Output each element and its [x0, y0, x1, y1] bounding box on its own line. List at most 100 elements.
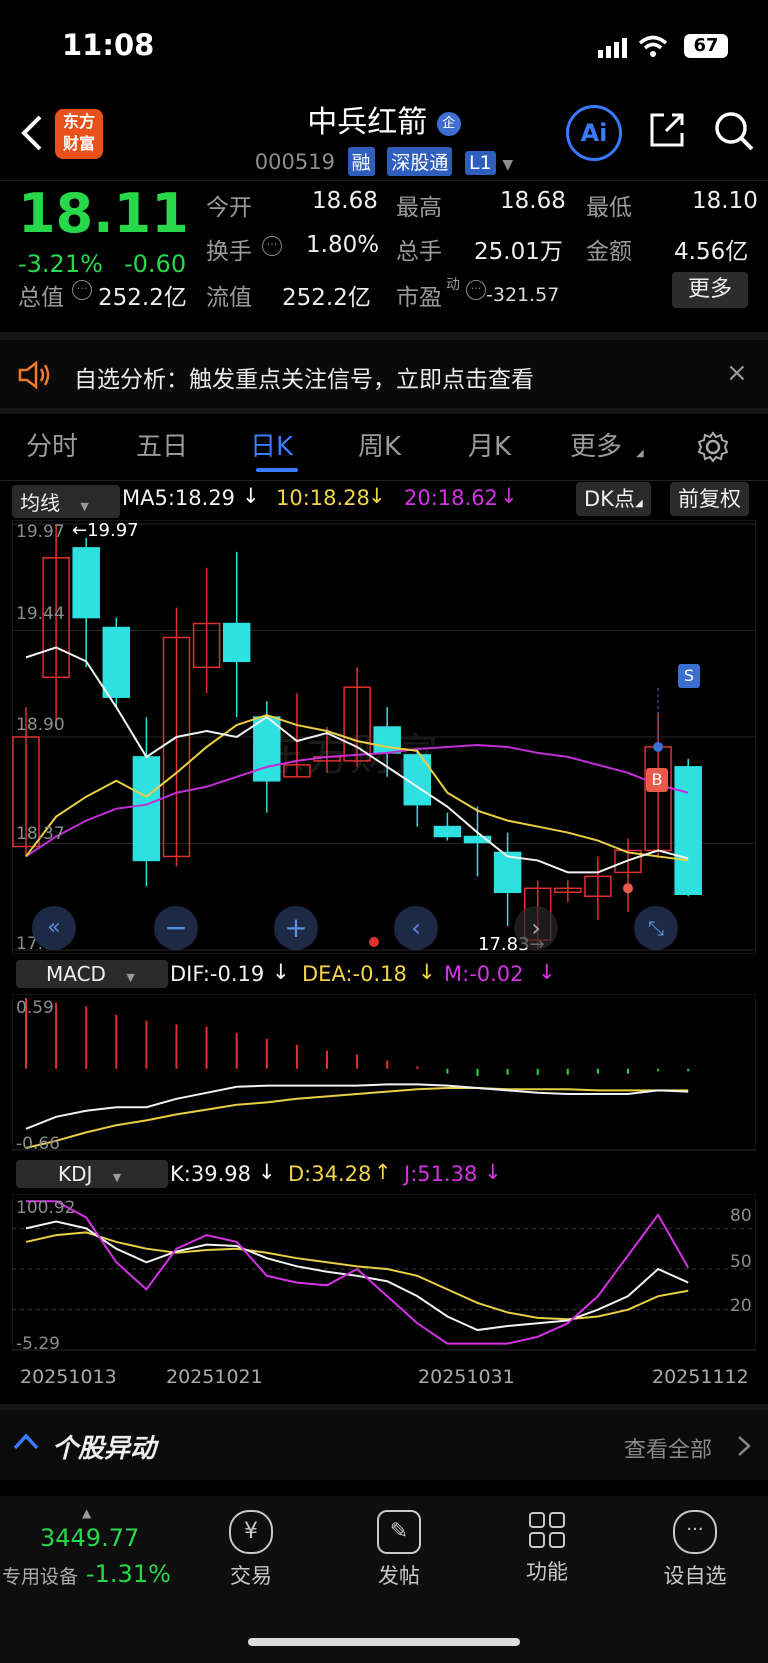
edit-icon: ✎: [377, 1510, 421, 1554]
ma-select-label: 均线: [20, 491, 60, 515]
buy-signal[interactable]: B: [646, 768, 668, 792]
ma5-arrow: ↓: [242, 484, 260, 508]
macd-chart[interactable]: [12, 994, 756, 1154]
gear-icon[interactable]: [696, 430, 730, 468]
last-price: 18.11: [18, 182, 189, 245]
nav-trade-label: 交易: [230, 1564, 272, 1588]
j-value: J:51.38: [404, 1162, 478, 1186]
ma-header: 均线 ▼ MA5:18.29 ↓ 10:18.28 ↓ 20:18.62 ↓ D…: [0, 482, 768, 522]
tab-five-day[interactable]: 五日: [136, 426, 188, 463]
low-label: 最低: [586, 195, 632, 221]
turnover-value: 1.80%: [306, 232, 380, 258]
caret-down-icon: ▼: [502, 157, 514, 173]
candle-body: [102, 626, 131, 698]
kdj-select[interactable]: KDJ ▼: [16, 1160, 168, 1188]
candle-body: [674, 766, 702, 896]
ma20-arrow: ↓: [500, 484, 518, 508]
chevron-right-icon: [736, 1434, 752, 1462]
tab-monthly-k[interactable]: 月K: [468, 426, 511, 463]
movers-section[interactable]: 个股异动 查看全部: [0, 1410, 768, 1480]
info-icon[interactable]: ···: [466, 280, 486, 300]
active-tab-indicator: [256, 468, 298, 472]
tab-daily-k[interactable]: 日K: [250, 426, 293, 463]
ma10-arrow: ↓: [368, 484, 386, 508]
amount-value: 4.56亿: [674, 239, 749, 265]
expand-button[interactable]: ⤡: [634, 906, 678, 950]
close-icon[interactable]: ×: [726, 358, 748, 388]
index-label: 专用设备: [2, 1566, 79, 1588]
adjust-button[interactable]: 前复权: [670, 482, 749, 516]
float-cap-label: 流值: [206, 285, 252, 311]
tab-weekly-k[interactable]: 周K: [358, 426, 401, 463]
candle: [463, 806, 492, 877]
more-dots-icon: ···: [673, 1510, 717, 1554]
nav-functions-label: 功能: [526, 1560, 568, 1584]
m-value: M:-0.02: [444, 962, 524, 986]
dk-label: DK点: [584, 487, 635, 511]
dea-arrow: ↓: [418, 960, 436, 984]
amount-label: 金额: [586, 239, 632, 265]
step-right-button[interactable]: ›: [514, 906, 558, 950]
caret-icon: ◢: [636, 448, 644, 459]
kdj-frame: [12, 1194, 756, 1351]
nav-post[interactable]: ✎ 发帖: [344, 1510, 454, 1590]
pe-value: -321.57: [486, 284, 560, 306]
divider: [0, 332, 768, 340]
scroll-left-fast-button[interactable]: «: [32, 906, 76, 950]
candle-body: [253, 716, 281, 782]
kdj-chart[interactable]: [12, 1194, 756, 1354]
candle: [554, 880, 582, 903]
index-arrow-icon: ▲: [82, 1506, 92, 1520]
candle: [222, 551, 251, 718]
tab-intraday[interactable]: 分时: [26, 426, 78, 463]
caret-down-icon: ▼: [112, 1171, 122, 1184]
zoom-out-button[interactable]: −: [154, 906, 198, 950]
notice-bar[interactable]: 自选分析：触发重点关注信号，立即点击查看 ×: [0, 340, 768, 408]
step-left-button[interactable]: ‹: [394, 906, 438, 950]
low-value: 18.10: [692, 188, 758, 214]
y-tick: 19.44: [16, 604, 65, 624]
dea-line: [25, 1087, 689, 1149]
yen-icon: ¥: [229, 1510, 273, 1554]
y-tick: 18.37: [16, 824, 65, 844]
j-arrow: ↓: [484, 1160, 502, 1184]
volume-value: 25.01万: [474, 239, 563, 265]
nav-watchlist[interactable]: ··· 设自选: [640, 1510, 750, 1590]
share-icon[interactable]: [646, 109, 688, 155]
macd-select[interactable]: MACD ▼: [16, 960, 168, 988]
info-icon[interactable]: ···: [262, 236, 282, 256]
ai-button[interactable]: Ai: [566, 105, 622, 161]
dif-line: [25, 1083, 689, 1130]
stock-header: 东方 财富 中兵红箭 企 000519 融 深股通 L1 ▼ Ai: [0, 95, 768, 181]
kdj-header: KDJ ▼ K:39.98 ↓ D:34.28 ↑ J:51.38 ↓: [0, 1160, 768, 1194]
ma20-value: 20:18.62: [404, 486, 498, 510]
ma-select[interactable]: 均线 ▼: [12, 485, 120, 518]
macd-select-label: MACD: [46, 962, 106, 986]
tab-more[interactable]: 更多: [570, 426, 622, 463]
k-line: [25, 1220, 689, 1332]
index-value[interactable]: 3449.77: [40, 1524, 139, 1552]
sell-signal[interactable]: S: [678, 664, 700, 688]
kdj-y-bottom: -5.29: [16, 1334, 60, 1354]
caret-down-icon: ▼: [126, 971, 135, 984]
candle: [433, 812, 462, 841]
info-icon[interactable]: ···: [72, 280, 92, 300]
notice-text: 自选分析：触发重点关注信号，立即点击查看: [74, 367, 534, 393]
ai-label: Ai: [580, 119, 608, 147]
nav-functions[interactable]: 功能: [492, 1510, 602, 1586]
tag-connect: 深股通: [387, 147, 453, 176]
more-button[interactable]: 更多: [672, 272, 748, 308]
status-time: 11:08: [62, 28, 155, 62]
candle: [493, 832, 522, 927]
candlestick-chart[interactable]: 东方财富: [12, 520, 756, 954]
pe-superscript: 动: [446, 277, 460, 293]
volume-label: 总手: [396, 239, 442, 265]
x-date: 20251013: [20, 1366, 117, 1388]
dk-button[interactable]: DK点◢: [576, 482, 651, 516]
open-value: 18.68: [312, 188, 378, 214]
view-all-link[interactable]: 查看全部: [624, 1432, 712, 1464]
zoom-in-button[interactable]: +: [274, 906, 318, 950]
nav-trade[interactable]: ¥ 交易: [196, 1510, 306, 1590]
candle-body: [132, 756, 161, 862]
search-icon[interactable]: [712, 109, 756, 157]
